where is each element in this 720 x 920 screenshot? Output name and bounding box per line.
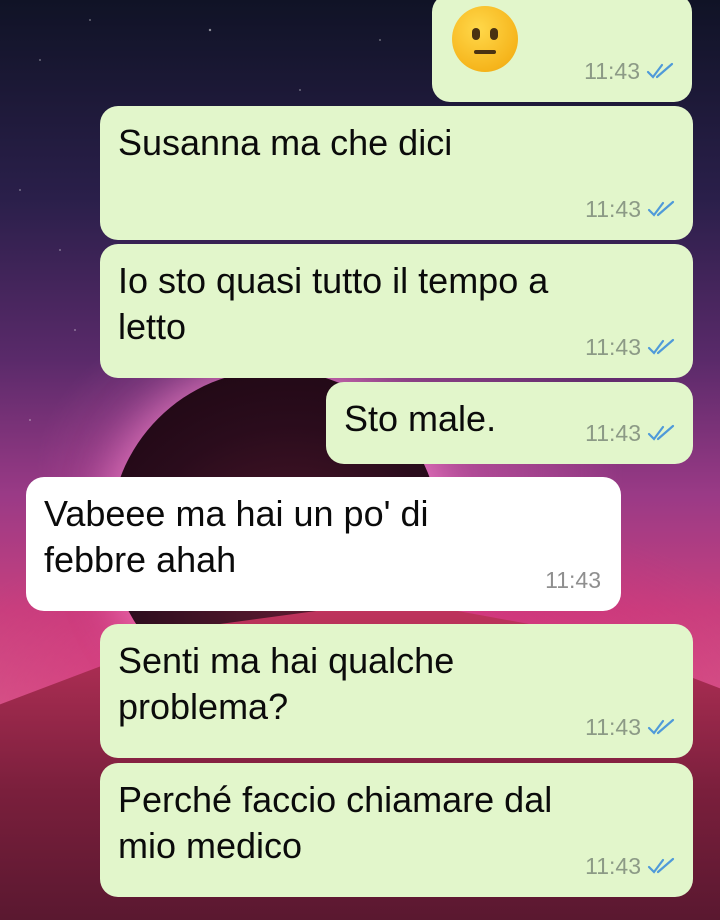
neutral-face-icon [452, 6, 518, 72]
message-meta: 11:43 [545, 557, 601, 603]
message-time: 11:43 [545, 567, 601, 593]
message-bubble-outgoing[interactable]: Susanna ma che dici 11:43 [100, 106, 693, 240]
message-bubble-outgoing[interactable]: 11:43 [432, 0, 692, 102]
message-meta: 11:43 [585, 704, 675, 750]
message-meta: 11:43 [584, 48, 674, 94]
message-time: 11:43 [584, 58, 640, 84]
message-meta: 11:43 [585, 186, 675, 232]
message-time: 11:43 [585, 853, 641, 879]
message-meta: 11:43 [585, 843, 675, 889]
double-check-read-icon [647, 718, 675, 735]
message-bubble-outgoing[interactable]: Senti ma hai qualche problema? 11:43 [100, 624, 693, 758]
double-check-read-icon [646, 62, 674, 79]
double-check-read-icon [647, 338, 675, 355]
message-time: 11:43 [585, 420, 641, 446]
message-time: 11:43 [585, 334, 641, 360]
message-bubble-outgoing[interactable]: Sto male. 11:43 [326, 382, 693, 464]
message-time: 11:43 [585, 714, 641, 740]
double-check-read-icon [647, 200, 675, 217]
message-meta: 11:43 [585, 324, 675, 370]
double-check-read-icon [647, 424, 675, 441]
message-text: Vabeee ma hai un po' di febbre ahah [44, 493, 429, 580]
message-meta: 11:43 [585, 410, 675, 456]
message-bubble-outgoing[interactable]: Io sto quasi tutto il tempo a letto 11:4… [100, 244, 693, 378]
message-text: Susanna ma che dici [118, 122, 453, 163]
message-bubble-outgoing[interactable]: Perché faccio chiamare dal mio medico 11… [100, 763, 693, 897]
message-time: 11:43 [585, 196, 641, 222]
message-bubble-incoming[interactable]: Vabeee ma hai un po' di febbre ahah 11:4… [26, 477, 621, 611]
double-check-read-icon [647, 857, 675, 874]
